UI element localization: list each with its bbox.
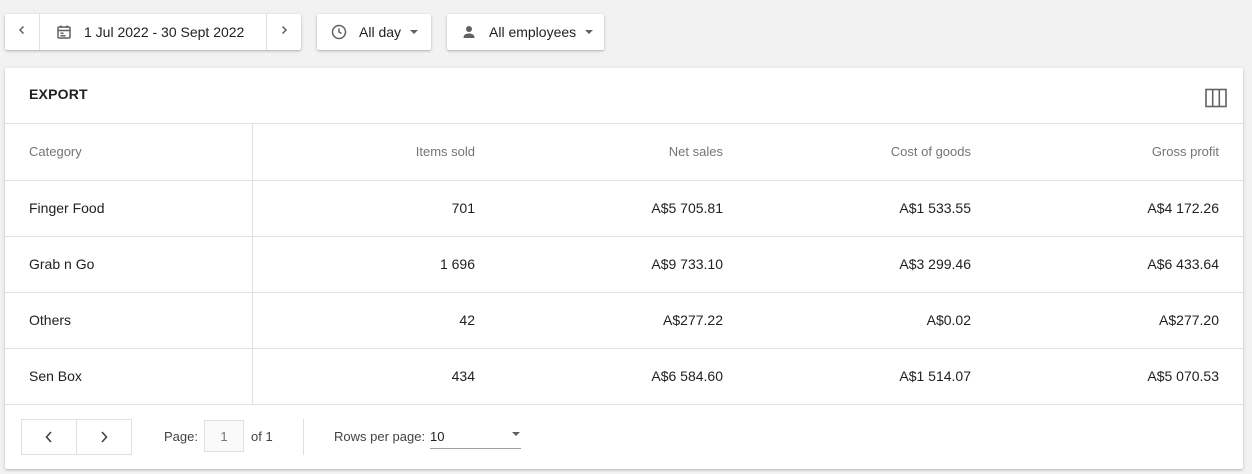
table-row[interactable]: Sen Box 434 A$6 584.60 A$1 514.07 A$5 07… bbox=[5, 348, 1243, 405]
chevron-left-icon bbox=[43, 430, 55, 444]
chevron-right-icon bbox=[98, 430, 110, 444]
rows-per-page-label: Rows per page: bbox=[334, 429, 426, 444]
rows-per-page-select[interactable]: 10 bbox=[430, 423, 521, 449]
column-header-net-sales[interactable]: Net sales bbox=[499, 124, 747, 181]
report-card: EXPORT Category Items sold Net sales Cos… bbox=[5, 68, 1243, 469]
gross-profit-cell: A$4 172.26 bbox=[995, 180, 1243, 237]
gross-profit-cell: A$6 433.64 bbox=[995, 236, 1243, 293]
dropdown-caret-icon bbox=[409, 29, 419, 35]
time-filter-dropdown[interactable]: All day bbox=[317, 14, 431, 50]
net-sales-cell: A$277.22 bbox=[499, 292, 747, 349]
clock-icon bbox=[331, 24, 347, 40]
category-cell: Sen Box bbox=[5, 348, 253, 405]
cost-of-goods-cell: A$1 514.07 bbox=[747, 348, 995, 405]
cost-of-goods-cell: A$1 533.55 bbox=[747, 180, 995, 237]
dropdown-caret-icon bbox=[584, 29, 594, 35]
items-sold-cell: 701 bbox=[252, 180, 499, 237]
cost-of-goods-cell: A$0.02 bbox=[747, 292, 995, 349]
table-header-row: Category Items sold Net sales Cost of go… bbox=[5, 124, 1243, 181]
employee-filter-label: All employees bbox=[489, 24, 577, 40]
date-range-button[interactable]: 1 Jul 2022 - 30 Sept 2022 bbox=[40, 14, 266, 50]
date-range-label: 1 Jul 2022 - 30 Sept 2022 bbox=[84, 24, 245, 40]
pagination-bar: Page: of 1 Rows per page: 10 bbox=[5, 405, 1243, 469]
next-period-button[interactable] bbox=[266, 14, 301, 50]
pager-buttons bbox=[21, 419, 132, 455]
items-sold-cell: 42 bbox=[252, 292, 499, 349]
net-sales-cell: A$5 705.81 bbox=[499, 180, 747, 237]
rows-per-page-value: 10 bbox=[430, 429, 445, 444]
dropdown-caret-icon bbox=[511, 431, 521, 437]
cost-of-goods-cell: A$3 299.46 bbox=[747, 236, 995, 293]
column-header-items-sold[interactable]: Items sold bbox=[252, 124, 499, 181]
table-row[interactable]: Grab n Go 1 696 A$9 733.10 A$3 299.46 A$… bbox=[5, 236, 1243, 293]
column-header-cost-of-goods[interactable]: Cost of goods bbox=[747, 124, 995, 181]
items-sold-cell: 434 bbox=[252, 348, 499, 405]
divider bbox=[303, 419, 304, 455]
net-sales-cell: A$6 584.60 bbox=[499, 348, 747, 405]
gross-profit-cell: A$5 070.53 bbox=[995, 348, 1243, 405]
previous-page-button[interactable] bbox=[22, 420, 77, 454]
chevron-left-icon bbox=[16, 23, 28, 41]
person-icon bbox=[461, 24, 477, 40]
sales-by-category-table: Category Items sold Net sales Cost of go… bbox=[5, 124, 1243, 405]
card-header: EXPORT bbox=[5, 68, 1243, 124]
table-row[interactable]: Others 42 A$277.22 A$0.02 A$277.20 bbox=[5, 292, 1243, 349]
previous-period-button[interactable] bbox=[5, 14, 40, 50]
date-range-picker: 1 Jul 2022 - 30 Sept 2022 bbox=[5, 14, 301, 50]
column-settings-button[interactable] bbox=[1205, 88, 1227, 108]
items-sold-cell: 1 696 bbox=[252, 236, 499, 293]
net-sales-cell: A$9 733.10 bbox=[499, 236, 747, 293]
category-cell: Others bbox=[5, 292, 253, 349]
next-page-button[interactable] bbox=[77, 420, 131, 454]
calendar-icon bbox=[56, 24, 72, 40]
category-cell: Grab n Go bbox=[5, 236, 253, 293]
time-filter-label: All day bbox=[359, 24, 402, 40]
page-label: Page: bbox=[164, 429, 198, 444]
category-cell: Finger Food bbox=[5, 180, 253, 237]
page-count-label: of 1 bbox=[251, 429, 273, 444]
column-header-category[interactable]: Category bbox=[5, 124, 253, 181]
gross-profit-cell: A$277.20 bbox=[995, 292, 1243, 349]
chevron-right-icon bbox=[278, 23, 290, 41]
columns-icon bbox=[1205, 88, 1227, 108]
export-button[interactable]: EXPORT bbox=[29, 86, 88, 102]
table-row[interactable]: Finger Food 701 A$5 705.81 A$1 533.55 A$… bbox=[5, 180, 1243, 237]
employee-filter-dropdown[interactable]: All employees bbox=[447, 14, 604, 50]
column-header-gross-profit[interactable]: Gross profit bbox=[995, 124, 1243, 181]
page-number-input[interactable] bbox=[204, 420, 244, 452]
